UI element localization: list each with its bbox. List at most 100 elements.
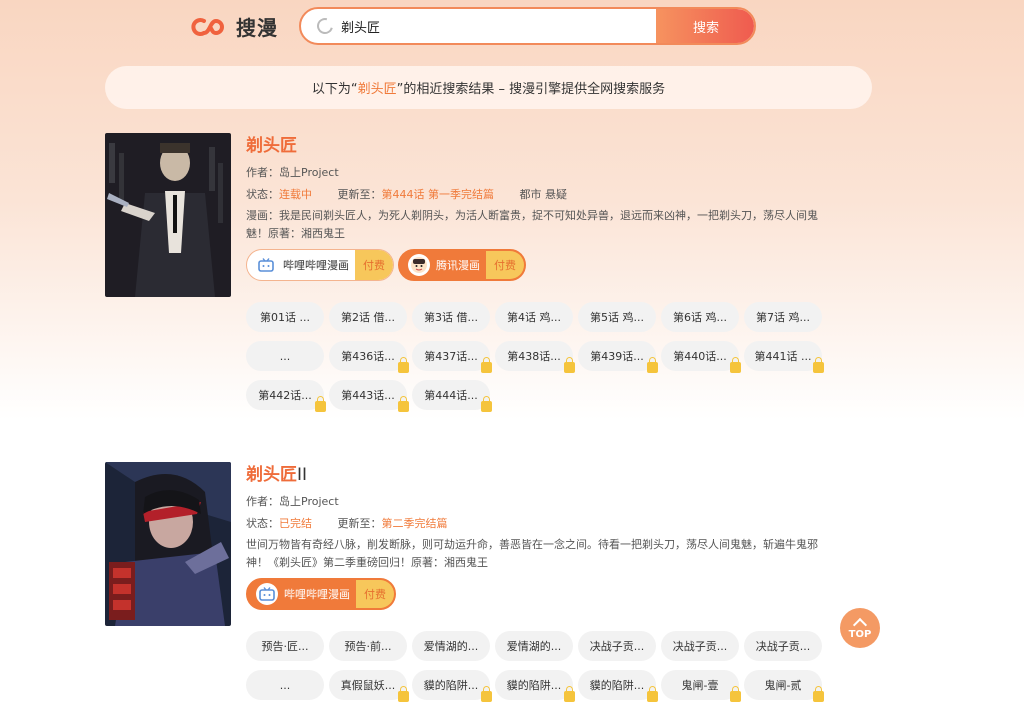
source-bilibili[interactable]: 哔哩哔哩漫画 付费 bbox=[246, 249, 394, 281]
chapter-item[interactable]: 第7话 鸡... bbox=[744, 302, 822, 332]
logo[interactable]: 搜漫 bbox=[190, 12, 278, 41]
chapter-label: 第5话 鸡... bbox=[590, 311, 644, 324]
chapter-item[interactable]: 第2话 借... bbox=[329, 302, 407, 332]
chapter-item[interactable]: 爱情湖的... bbox=[495, 631, 573, 661]
comic-author: 作者：岛上Project bbox=[246, 163, 836, 183]
notice-keyword: 剃头匠 bbox=[357, 82, 397, 97]
update-value[interactable]: 第二季完结篇 bbox=[382, 517, 448, 530]
comic-title[interactable]: 剃头匠II bbox=[246, 462, 836, 488]
lock-icon bbox=[481, 396, 492, 412]
logo-text: 搜漫 bbox=[236, 16, 278, 40]
chapter-list: 第01话 ... 第2话 借... 第3话 借... 第4话 鸡... 第5话 … bbox=[246, 302, 836, 412]
chapter-item[interactable]: 貘的陷阱... bbox=[495, 670, 575, 702]
source-list: 哔哩哔哩漫画 付费 bbox=[246, 578, 836, 610]
chapter-item[interactable]: 第437话... bbox=[412, 341, 492, 373]
chapter-item[interactable]: 第3话 借... bbox=[412, 302, 490, 332]
chapter-item[interactable]: 第440话... bbox=[661, 341, 741, 373]
notice-prefix: 以下为“ bbox=[311, 82, 358, 97]
cover-image-icon bbox=[105, 462, 231, 626]
search-button[interactable]: 搜索 bbox=[656, 9, 754, 43]
chapter-item[interactable]: 第441话 ... bbox=[744, 341, 824, 373]
chapter-label: 鬼闸-贰 bbox=[764, 679, 802, 692]
chapter-label: 鬼闸-壹 bbox=[681, 679, 719, 692]
lock-icon bbox=[564, 686, 575, 702]
chapter-label: 预告·匠... bbox=[261, 640, 309, 653]
source-tencent[interactable]: 腾讯漫画 付费 bbox=[398, 249, 526, 281]
comic-info: 剃头匠 作者：岛上Project 状态：连载中 更新至：第444话 第一季完结篇… bbox=[246, 133, 836, 281]
lock-icon bbox=[564, 357, 575, 373]
chapter-label: 爱情湖的... bbox=[506, 640, 562, 653]
chapter-label: 决战子贡... bbox=[672, 640, 728, 653]
comic-title-text: 剃头匠 bbox=[246, 136, 297, 156]
chapter-item[interactable]: 第444话... bbox=[412, 380, 492, 412]
notice-suffix: ”的相近搜索结果 – 搜漫引擎提供全网搜索服务 bbox=[396, 82, 666, 97]
comic-title-text: 剃头匠 bbox=[246, 465, 297, 485]
chapter-item[interactable]: 第6话 鸡... bbox=[661, 302, 739, 332]
chapter-label: 第436话... bbox=[341, 350, 395, 363]
chapter-label: 第2话 借... bbox=[341, 311, 395, 324]
lock-icon bbox=[647, 686, 658, 702]
comic-status: 状态：已完结 更新至：第二季完结篇 bbox=[246, 514, 836, 534]
chapter-item[interactable]: 爱情湖的... bbox=[412, 631, 490, 661]
lock-icon bbox=[315, 396, 326, 412]
chapter-item[interactable]: 决战子贡... bbox=[578, 631, 656, 661]
status-value: 连载中 bbox=[279, 188, 312, 201]
chapter-item[interactable]: 第442话... bbox=[246, 380, 326, 412]
chapter-item[interactable]: 第439话... bbox=[578, 341, 658, 373]
chapter-item[interactable]: 貘的陷阱... bbox=[578, 670, 658, 702]
chapter-label: 第7话 鸡... bbox=[756, 311, 810, 324]
chapter-item[interactable]: 决战子贡... bbox=[744, 631, 822, 661]
chapter-list: 预告·匠... 预告·前... 爱情湖的... 爱情湖的... 决战子贡... … bbox=[246, 631, 836, 702]
chapter-label: 第443话... bbox=[341, 389, 395, 402]
comic-description: 世间万物皆有奇经八脉，削发断脉，则可劫运升命，善恶皆在一念之间。待看一把剃头刀，… bbox=[246, 538, 818, 569]
chapter-item[interactable]: 鬼闸-壹 bbox=[661, 670, 741, 702]
author-value: 岛上Project bbox=[279, 166, 339, 179]
chapter-item[interactable]: 貘的陷阱... bbox=[412, 670, 492, 702]
lock-icon bbox=[481, 686, 492, 702]
source-name: 哔哩哔哩漫画 bbox=[283, 259, 349, 272]
comic-description: 漫画：我是民间剃头匠人，为死人剃阴头，为活人断富贵，捉不可知处异兽，退远而来凶神… bbox=[246, 209, 818, 240]
chapter-item[interactable]: 第443话... bbox=[329, 380, 409, 412]
comic-title[interactable]: 剃头匠 bbox=[246, 133, 836, 159]
chapter-item[interactable]: 第5话 鸡... bbox=[578, 302, 656, 332]
chapter-label: 真假鼠妖... bbox=[340, 679, 396, 692]
chapter-item[interactable]: 真假鼠妖... bbox=[329, 670, 409, 702]
chapter-item[interactable]: 预告·前... bbox=[329, 631, 407, 661]
chapter-label: ... bbox=[279, 349, 291, 363]
status-label: 状态： bbox=[246, 188, 279, 201]
chapter-item[interactable]: 第01话 ... bbox=[246, 302, 324, 332]
source-bilibili[interactable]: 哔哩哔哩漫画 付费 bbox=[246, 578, 396, 610]
chapter-label: 决战子贡... bbox=[755, 640, 811, 653]
update-value[interactable]: 第444话 第一季完结篇 bbox=[382, 188, 495, 201]
comic-cover[interactable] bbox=[105, 133, 231, 297]
chapter-label: 第437话... bbox=[424, 350, 478, 363]
chapter-label: 貘的陷阱... bbox=[423, 679, 479, 692]
chapter-label: 预告·前... bbox=[344, 640, 392, 653]
back-to-top-button[interactable]: TOP bbox=[840, 608, 880, 648]
lock-icon bbox=[398, 686, 409, 702]
cover-image-icon bbox=[105, 133, 231, 297]
chapter-item[interactable]: 鬼闸-贰 bbox=[744, 670, 824, 702]
comic-title-suffix: II bbox=[297, 465, 308, 485]
author-value: 岛上Project bbox=[279, 495, 339, 508]
chapter-label: 爱情湖的... bbox=[423, 640, 479, 653]
chapter-more[interactable]: ... bbox=[246, 670, 324, 700]
chapter-item[interactable]: 预告·匠... bbox=[246, 631, 324, 661]
chapter-label: 第01话 ... bbox=[260, 311, 310, 324]
author-label: 作者： bbox=[246, 495, 279, 508]
chapter-item[interactable]: 第436话... bbox=[329, 341, 409, 373]
chapter-item[interactable]: 第438话... bbox=[495, 341, 575, 373]
source-name: 腾讯漫画 bbox=[436, 259, 480, 272]
chapter-more[interactable]: ... bbox=[246, 341, 324, 371]
lock-icon bbox=[730, 686, 741, 702]
comic-info: 剃头匠II 作者：岛上Project 状态：已完结 更新至：第二季完结篇 世间万… bbox=[246, 462, 836, 610]
chapter-label: 貘的陷阱... bbox=[589, 679, 645, 692]
chapter-label: 第444话... bbox=[424, 389, 478, 402]
comic-cover[interactable] bbox=[105, 462, 231, 626]
chapter-label: 第442话... bbox=[258, 389, 312, 402]
chapter-item[interactable]: 第4话 鸡... bbox=[495, 302, 573, 332]
lock-icon bbox=[398, 357, 409, 373]
chapter-label: 第440话... bbox=[673, 350, 727, 363]
chapter-item[interactable]: 决战子贡... bbox=[661, 631, 739, 661]
chapter-label: 第6话 鸡... bbox=[673, 311, 727, 324]
